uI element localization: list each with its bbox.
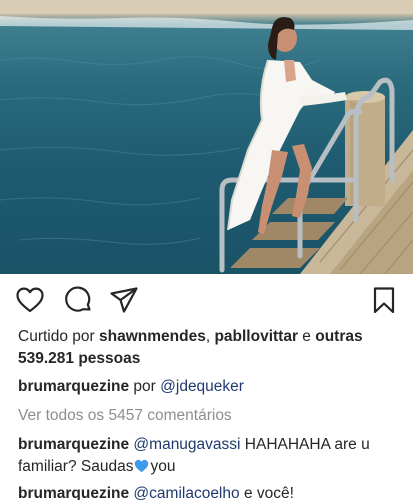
- comment-item: brumarquezine @camilacoelho e você!: [18, 483, 406, 500]
- post-caption: brumarquezine por @jdequeker: [18, 376, 406, 398]
- likes-prefix: Curtido por: [18, 328, 95, 345]
- likes-conjunction: e: [302, 328, 311, 345]
- comment-text: familiar? Saudas: [18, 458, 134, 475]
- likes-count[interactable]: 539.281 pessoas: [18, 348, 406, 370]
- comment-item: brumarquezine @manugavassi HAHAHAHA are …: [18, 434, 406, 478]
- save-button[interactable]: [368, 284, 400, 316]
- post-photo[interactable]: [0, 0, 413, 274]
- share-button[interactable]: [108, 284, 140, 316]
- post-details: Curtido por shawnmendes, pabllovittar e …: [18, 326, 406, 500]
- comment-mention[interactable]: @manugavassi: [133, 436, 240, 453]
- likes-summary[interactable]: Curtido por shawnmendes, pabllovittar e …: [18, 326, 406, 370]
- comment-text: HAHAHAHA are u: [244, 436, 370, 453]
- caption-credit-mention[interactable]: @jdequeker: [160, 378, 244, 395]
- bookmark-icon: [373, 287, 395, 314]
- post-action-bar: [0, 284, 413, 320]
- blue-heart-icon: [135, 459, 149, 473]
- comment-username[interactable]: brumarquezine: [18, 436, 129, 453]
- comment-mention[interactable]: @camilacoelho: [133, 485, 239, 500]
- photo-illustration: [0, 0, 413, 274]
- caption-by: por: [133, 378, 156, 395]
- like-button[interactable]: [14, 284, 46, 316]
- view-all-comments-link[interactable]: Ver todos os 5457 comentários: [18, 405, 406, 427]
- liker-username[interactable]: shawnmendes: [99, 328, 206, 345]
- heart-icon: [16, 287, 44, 313]
- comment-icon: [65, 286, 91, 312]
- likes-separator: ,: [205, 328, 211, 345]
- caption-username[interactable]: brumarquezine: [18, 378, 129, 395]
- comment-text: you: [150, 458, 176, 475]
- paper-plane-icon: [110, 287, 138, 313]
- liker-username[interactable]: pabllovittar: [214, 328, 298, 345]
- likes-others-label[interactable]: outras: [315, 328, 362, 345]
- comment-button[interactable]: [62, 284, 94, 316]
- comment-username[interactable]: brumarquezine: [18, 485, 129, 500]
- comment-text: e você!: [243, 485, 294, 500]
